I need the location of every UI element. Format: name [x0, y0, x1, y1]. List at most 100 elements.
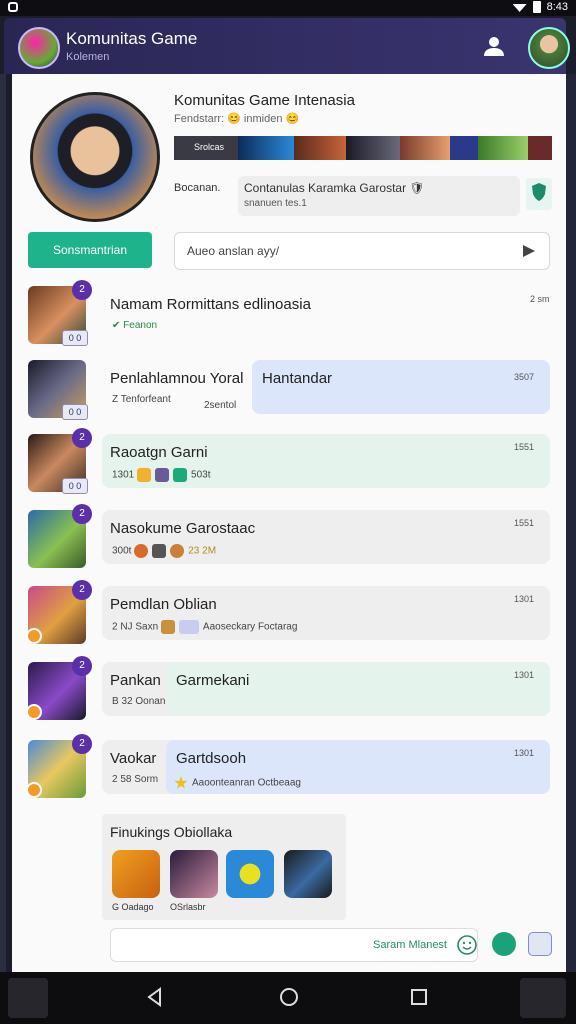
recommended-game-2[interactable]: [170, 850, 218, 898]
recents-icon[interactable]: [408, 986, 430, 1008]
badge: 2: [72, 580, 92, 600]
profile-followers: Fendstarr: 😊 inmiden 😊: [174, 113, 300, 125]
back-icon[interactable]: [144, 986, 166, 1008]
shield-icon: [526, 178, 552, 210]
item-title: Raoatgn Garni: [110, 444, 208, 461]
list-item[interactable]: 2 0 0 Raoatgn Garni 1301 503t 1551: [12, 428, 566, 502]
item-title: Pemdlan Oblian: [110, 596, 217, 613]
reward-icon: [26, 628, 42, 644]
home-icon[interactable]: [278, 986, 300, 1008]
message-placeholder: Saram Mlanest: [373, 939, 447, 951]
list-item[interactable]: 2 0 0 Namam Rormittans edlinoasia ✔ Fean…: [12, 280, 566, 354]
list-item[interactable]: 0 0 Penlahlamnou Yoral Z Tenforfeant 2se…: [12, 360, 566, 428]
screenshot-icon[interactable]: [520, 978, 566, 1018]
medal-icon: [170, 544, 185, 558]
recommended-game-1[interactable]: [112, 850, 160, 898]
meta-count: 300t: [112, 545, 132, 557]
app-subtitle: Kolemen: [66, 51, 110, 63]
recommended-game-4[interactable]: [284, 850, 332, 898]
profile-title: Komunitas Game Intenasia: [174, 92, 355, 109]
app-bar: Komunitas Game Kolemen: [4, 18, 570, 74]
search-input[interactable]: Aueo anslan ayy/: [174, 232, 550, 270]
badge: 2: [72, 280, 92, 300]
item-meta: 300t 23 2M: [112, 544, 216, 558]
item-time: 1301: [514, 748, 535, 758]
bubble-text: Hantandar: [262, 370, 333, 387]
send-icon[interactable]: [523, 245, 535, 257]
item-meta: B 32 Oonan: [112, 696, 166, 707]
emoji-icon[interactable]: [456, 934, 478, 956]
bubble-text: Gartdsooh: [176, 750, 247, 767]
shield-badge-icon: [134, 544, 149, 558]
community-card: Komunitas Game Intenasia Fendstarr: 😊 in…: [12, 74, 566, 972]
meta-count: 1301: [112, 469, 135, 481]
status-bar: 8:43: [0, 0, 576, 16]
gem-icon: [173, 468, 188, 482]
status-time: 8:43: [546, 1, 568, 13]
recommended-label: OSrlasbr: [170, 902, 206, 912]
badge: 2: [72, 504, 92, 524]
item-time: 1301: [514, 670, 535, 680]
message-bubble[interactable]: [252, 360, 550, 414]
badge: 2: [72, 428, 92, 448]
tag-icon: [178, 620, 199, 634]
meta-extra: 23 2M: [188, 545, 217, 557]
description-subtext: snanuen tes.1: [244, 198, 307, 209]
item-title: Pankan: [110, 672, 161, 689]
item-time: 2 sm: [530, 294, 550, 304]
item-title: Namam Rormittans edlinoasia: [110, 296, 311, 313]
meta-extra: 503t: [191, 469, 211, 481]
level-badge: 0 0: [62, 404, 88, 420]
app-title: Komunitas Game: [66, 29, 198, 48]
item-meta: ✔ Feanon: [112, 320, 158, 331]
strip-label: Srolcas: [194, 142, 225, 152]
coin-icon: [137, 468, 152, 482]
user-avatar[interactable]: [528, 27, 570, 69]
search-placeholder: Aueo anslan ayy/: [187, 244, 280, 258]
level-badge: 0 0: [62, 478, 88, 494]
game-controller-icon[interactable]: [8, 978, 48, 1018]
item-time: 1551: [514, 518, 535, 528]
item-meta-extra: Aaoonteanran Octbeaag: [174, 776, 301, 790]
community-logo[interactable]: [18, 27, 60, 69]
badge: 2: [72, 734, 92, 754]
system-nav-bar: [0, 972, 576, 1024]
reward-icon: [26, 782, 42, 798]
item-time: 1551: [514, 442, 535, 452]
list-item[interactable]: 2 Vaokar 2 58 Sorm Gartdsooh Aaoonteanra…: [12, 734, 566, 808]
item-title: Nasokume Garostaac: [110, 520, 256, 537]
list-item[interactable]: 2 Pemdlan Oblian 2 NJ Saxn Aaoseckary Fo…: [12, 580, 566, 654]
recommended-title: Finukings Obiollaka: [110, 824, 233, 840]
item-meta: 1301 503t: [112, 468, 211, 482]
chest-icon: [160, 620, 175, 634]
box-icon: [155, 468, 170, 482]
recommended-game-3[interactable]: [226, 850, 274, 898]
recommended-label: G Oadago: [112, 902, 154, 912]
battery-icon: [532, 1, 541, 13]
item-meta-extra: 2sentol: [204, 400, 237, 411]
meta-extra: Aaoseckary Foctarag: [202, 621, 298, 633]
background-edge-left: [0, 74, 6, 974]
reward-icon: [26, 704, 42, 720]
wifi-icon: [512, 4, 527, 12]
controller-icon: [152, 544, 167, 558]
join-button[interactable]: Sonsmantrian: [28, 232, 152, 268]
notification-icon: [8, 2, 18, 12]
star-icon: [174, 776, 188, 789]
message-input[interactable]: Saram Mlanest: [110, 928, 478, 962]
item-title: Vaokar: [110, 750, 157, 767]
item-meta: Z Tenforfeant: [112, 394, 171, 405]
message-bubble-highlight[interactable]: [166, 662, 550, 716]
bubble-text: Garmekani: [176, 672, 250, 689]
item-meta: 2 NJ Saxn Aaoseckary Foctarag: [112, 620, 297, 634]
list-item[interactable]: 2 Nasokume Garostaac 300t 23 2M 1551: [12, 504, 566, 578]
mic-icon[interactable]: [492, 932, 516, 956]
attach-icon[interactable]: [528, 932, 552, 956]
meta-extra: Aaoonteanran Octbeaag: [192, 777, 301, 789]
list-item[interactable]: 2 Pankan B 32 Oonan Garmekani 1301: [12, 656, 566, 730]
meta-count: 2 NJ Saxn: [112, 621, 159, 633]
item-time: 1301: [514, 594, 535, 604]
game-strip[interactable]: Srolcas: [174, 136, 552, 160]
add-user-icon[interactable]: [482, 34, 506, 58]
level-badge: 0 0: [62, 330, 88, 346]
